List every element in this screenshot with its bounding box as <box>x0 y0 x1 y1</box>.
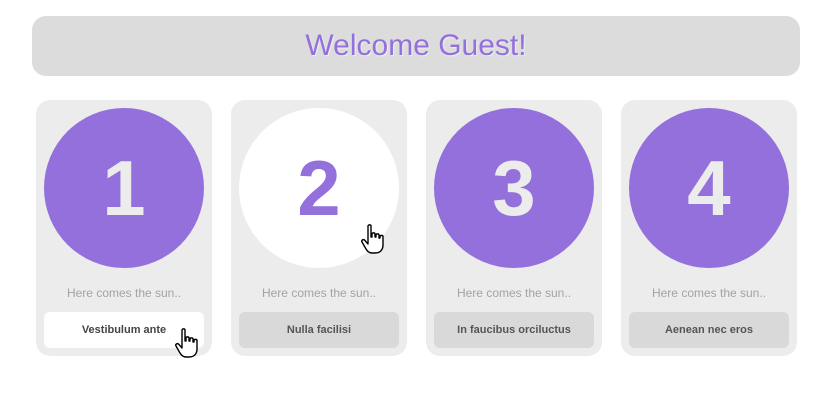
card-4-caption: Here comes the sun.. <box>651 286 767 300</box>
card-1: 1 Here comes the sun.. Vestibulum ante <box>36 100 212 356</box>
card-3-button[interactable]: In faucibus orciluctus <box>434 312 594 348</box>
card-4-button[interactable]: Aenean nec eros <box>629 312 789 348</box>
card-3: 3 Here comes the sun.. In faucibus orcil… <box>426 100 602 356</box>
card-2-number: 2 <box>297 144 341 232</box>
card-2-button[interactable]: Nulla facilisi <box>239 312 399 348</box>
card-1-caption: Here comes the sun.. <box>66 286 182 300</box>
card-4-number-circle[interactable]: 4 <box>629 108 789 268</box>
page: Welcome Guest! 1 Here comes the sun.. Ve… <box>0 0 829 413</box>
welcome-banner: Welcome Guest! <box>32 16 800 76</box>
hand-pointer-cursor-icon <box>361 224 384 254</box>
card-4: 4 Here comes the sun.. Aenean nec eros <box>621 100 797 356</box>
card-2-caption: Here comes the sun.. <box>261 286 377 300</box>
hand-pointer-cursor-icon <box>175 328 198 358</box>
card-3-number: 3 <box>492 144 536 232</box>
card-1-number: 1 <box>102 144 146 232</box>
card-3-caption: Here comes the sun.. <box>456 286 572 300</box>
welcome-title: Welcome Guest! <box>305 29 527 62</box>
card-1-number-circle[interactable]: 1 <box>44 108 204 268</box>
card-3-number-circle[interactable]: 3 <box>434 108 594 268</box>
card-4-number: 4 <box>687 144 731 232</box>
